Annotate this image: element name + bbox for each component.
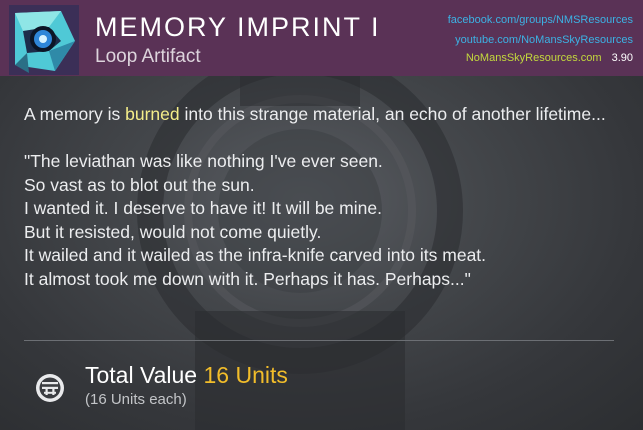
website-link: NoMansSkyResources.com	[465, 52, 602, 64]
memory-imprint-artifact-icon	[9, 5, 79, 75]
facebook-link: facebook.com/groups/NMSResources	[447, 14, 633, 26]
description-intro: A memory is burned into this strange mat…	[24, 103, 624, 127]
total-value-label: Total Value	[85, 362, 198, 388]
version-label: 3.90	[611, 52, 633, 64]
quote-line: But it resisted, would not come quietly.	[24, 221, 322, 242]
quote-line: "The leviathan was like nothing I've eve…	[24, 151, 383, 171]
item-subtitle: Loop Artifact	[95, 46, 201, 67]
youtube-link: youtube.com/NoMansSkyResources	[455, 34, 633, 46]
quote-line: So vast as to blot out the sun.	[24, 174, 255, 195]
intro-text-end: into this strange material, an echo of a…	[179, 104, 606, 124]
total-value: Total Value 16 Units	[85, 362, 288, 389]
item-description: A memory is burned into this strange mat…	[24, 103, 624, 291]
quote-line: It wailed and it wailed as the infra-kni…	[24, 245, 487, 265]
unit-value-each: (16 Units each)	[85, 391, 187, 408]
units-currency-icon	[34, 372, 66, 409]
section-divider	[24, 340, 614, 341]
highlight-keyword: burned	[125, 104, 180, 124]
total-value-amount: 16 Units	[203, 362, 288, 388]
website-line: NoMansSkyResources.com 3.90	[466, 52, 633, 64]
item-header: MEMORY IMPRINT I Loop Artifact facebook.…	[0, 0, 643, 76]
item-title: MEMORY IMPRINT I	[95, 12, 381, 42]
quote-line: I wanted it. I deserve to have it! It wi…	[24, 198, 382, 218]
intro-text-start: A memory is	[24, 104, 126, 124]
quote-line: It almost took me down with it. Perhaps …	[24, 268, 471, 289]
